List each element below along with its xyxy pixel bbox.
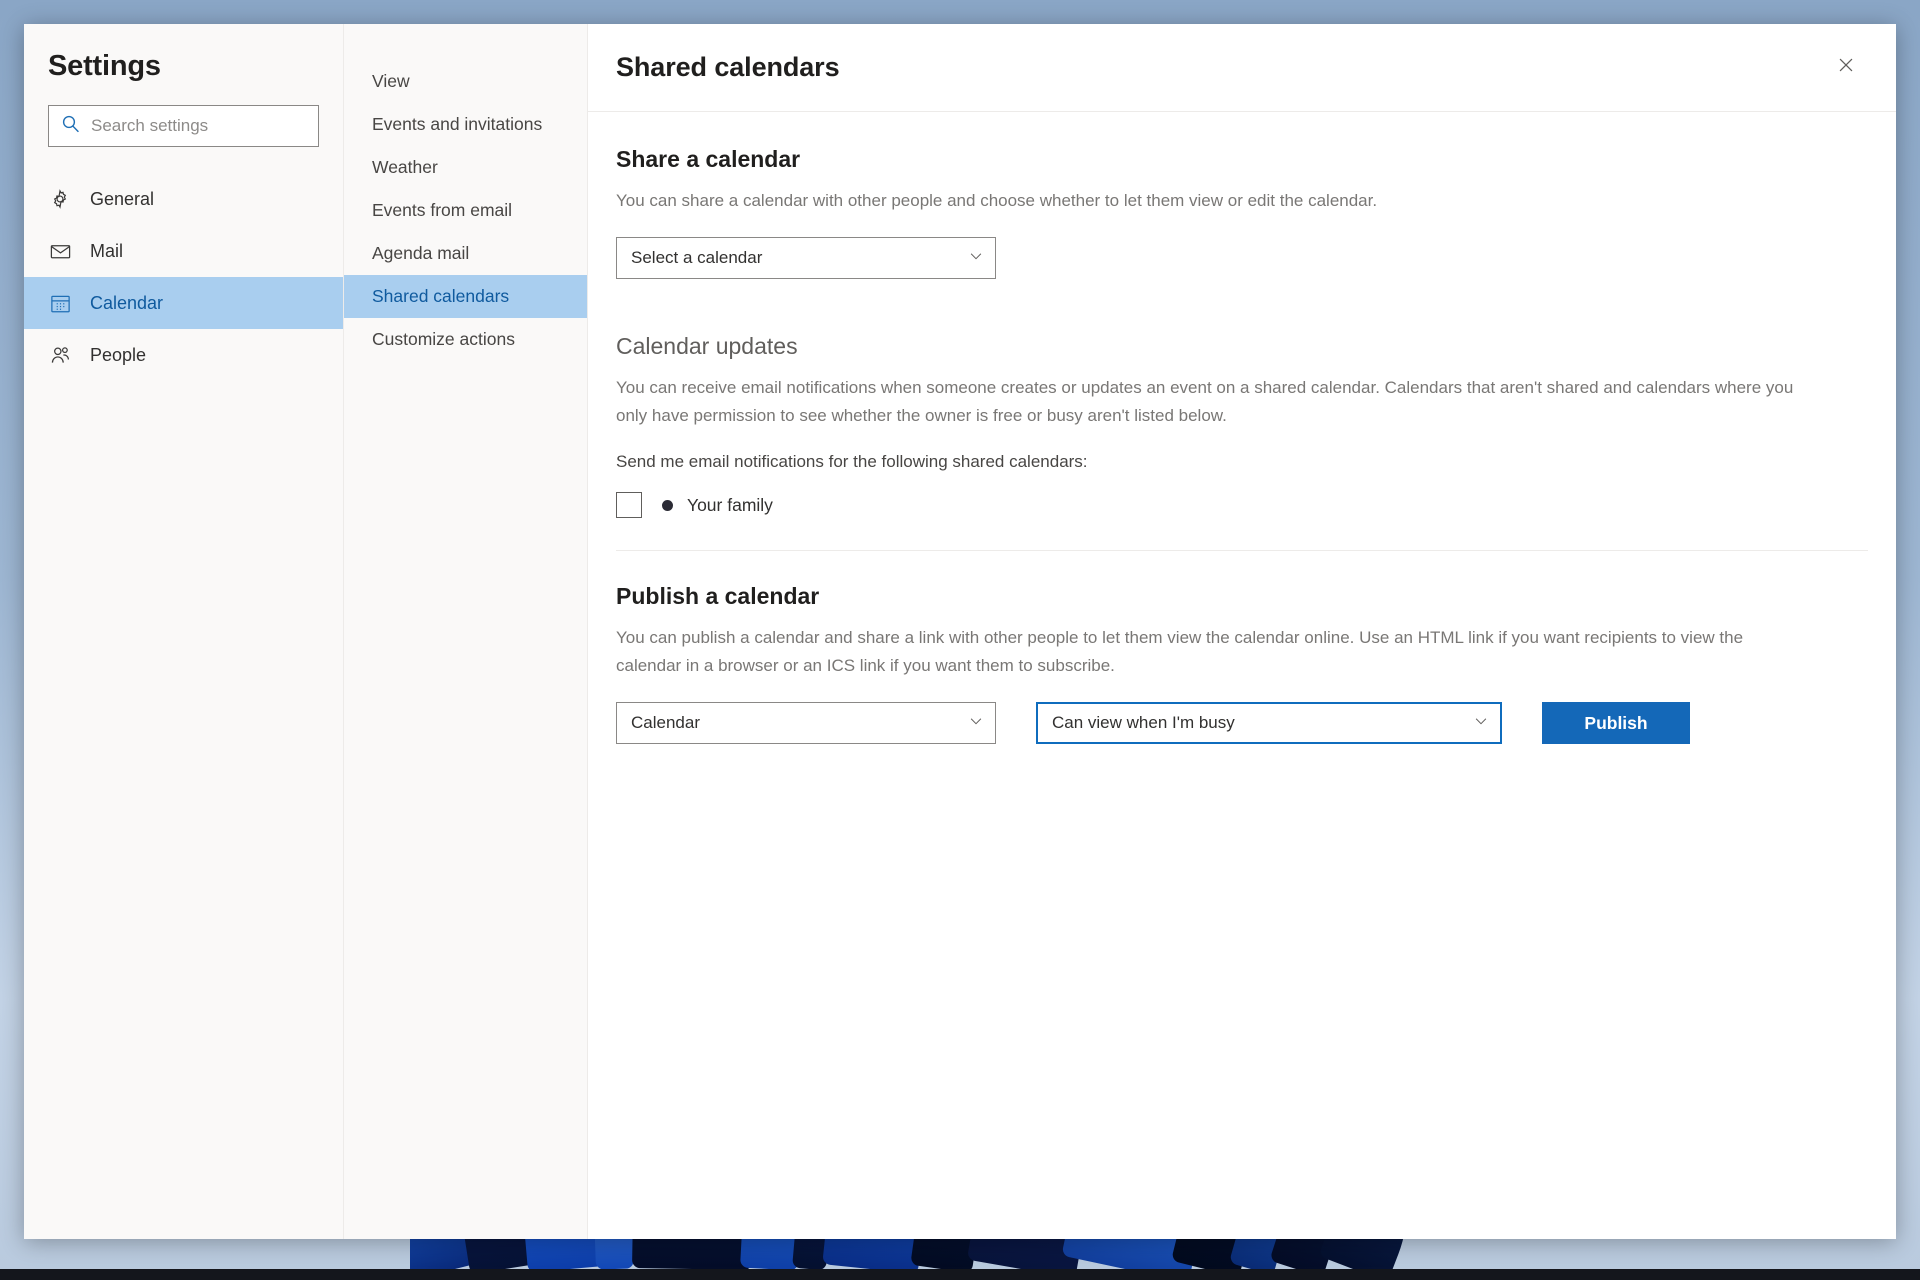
close-button[interactable] [1824,46,1868,90]
chevron-down-icon [1472,712,1490,735]
subnav-item-customize-actions[interactable]: Customize actions [344,318,587,361]
content-body: Share a calendar You can share a calenda… [588,112,1896,744]
subnav-item-view[interactable]: View [344,60,587,103]
publish-permission-dropdown[interactable]: Can view when I'm busy [1036,702,1502,744]
share-calendar-heading: Share a calendar [616,146,801,172]
sidebar-item-mail[interactable]: Mail [24,225,343,277]
subnav-item-agenda-mail[interactable]: Agenda mail [344,232,587,275]
shared-calendar-row: Your family [616,492,1868,518]
sidebar-item-label: Calendar [90,292,164,313]
publish-calendar-value: Calendar [631,713,700,732]
people-icon [48,343,72,367]
sidebar-item-people[interactable]: People [24,329,343,381]
publish-calendar-heading: Publish a calendar [616,583,820,609]
subnav-item-label: View [372,71,410,91]
sidebar-item-general[interactable]: General [24,173,343,225]
select-calendar-value: Select a calendar [631,248,763,267]
sidebar-item-label: Mail [90,240,124,261]
settings-title: Settings [48,50,161,82]
subnav-item-events-and-invitations[interactable]: Events and invitations [344,103,587,146]
subnav-item-label: Agenda mail [372,243,470,263]
settings-sidebar: Settings General [24,24,344,1239]
calendar-updates-description: You can receive email notifications when… [616,378,1794,425]
close-icon [1835,54,1857,81]
sidebar-item-calendar[interactable]: Calendar [24,277,343,329]
calendar-color-dot [662,499,673,511]
content-header: Shared calendars [588,24,1896,112]
notify-calendars-label: Send me email notifications for the foll… [616,452,1088,471]
subnav-item-label: Events and invitations [372,114,543,134]
publish-button[interactable]: Publish [1542,702,1690,744]
publish-controls-row: Calendar Can view when I'm busy Publish [616,702,1868,744]
your-family-checkbox[interactable] [616,492,642,518]
calendar-icon [48,291,72,315]
chevron-down-icon [967,247,985,270]
calendar-subnav: View Events and invitations Weather Even… [344,24,588,1239]
subnav-item-weather[interactable]: Weather [344,146,587,189]
subnav-item-events-from-email[interactable]: Events from email [344,189,587,232]
gear-icon [48,187,72,211]
page-title: Shared calendars [616,52,840,82]
calendar-updates-heading: Calendar updates [616,333,798,359]
shared-calendar-name: Your family [687,494,773,515]
sidebar-item-label: General [90,188,155,209]
taskbar-edge [0,1269,1920,1280]
publish-permission-value: Can view when I'm busy [1052,713,1235,732]
subnav-item-shared-calendars[interactable]: Shared calendars [344,275,587,318]
section-divider [616,550,1868,551]
settings-dialog: Settings General [24,24,1896,1239]
search-input[interactable] [89,115,308,137]
envelope-icon [48,239,72,263]
chevron-down-icon [967,712,985,735]
search-settings-box[interactable] [48,105,319,147]
search-icon [61,114,81,139]
settings-content: Shared calendars Share a calendar You ca… [588,24,1896,1239]
publish-calendar-dropdown[interactable]: Calendar [616,702,996,744]
subnav-item-label: Customize actions [372,329,515,349]
subnav-item-label: Events from email [372,200,513,220]
share-calendar-description: You can share a calendar with other peop… [616,191,1378,210]
select-calendar-dropdown[interactable]: Select a calendar [616,237,996,279]
subnav-item-label: Weather [372,157,438,177]
subnav-item-label: Shared calendars [372,286,510,306]
publish-calendar-description: You can publish a calendar and share a l… [616,628,1744,675]
sidebar-item-label: People [90,344,147,365]
